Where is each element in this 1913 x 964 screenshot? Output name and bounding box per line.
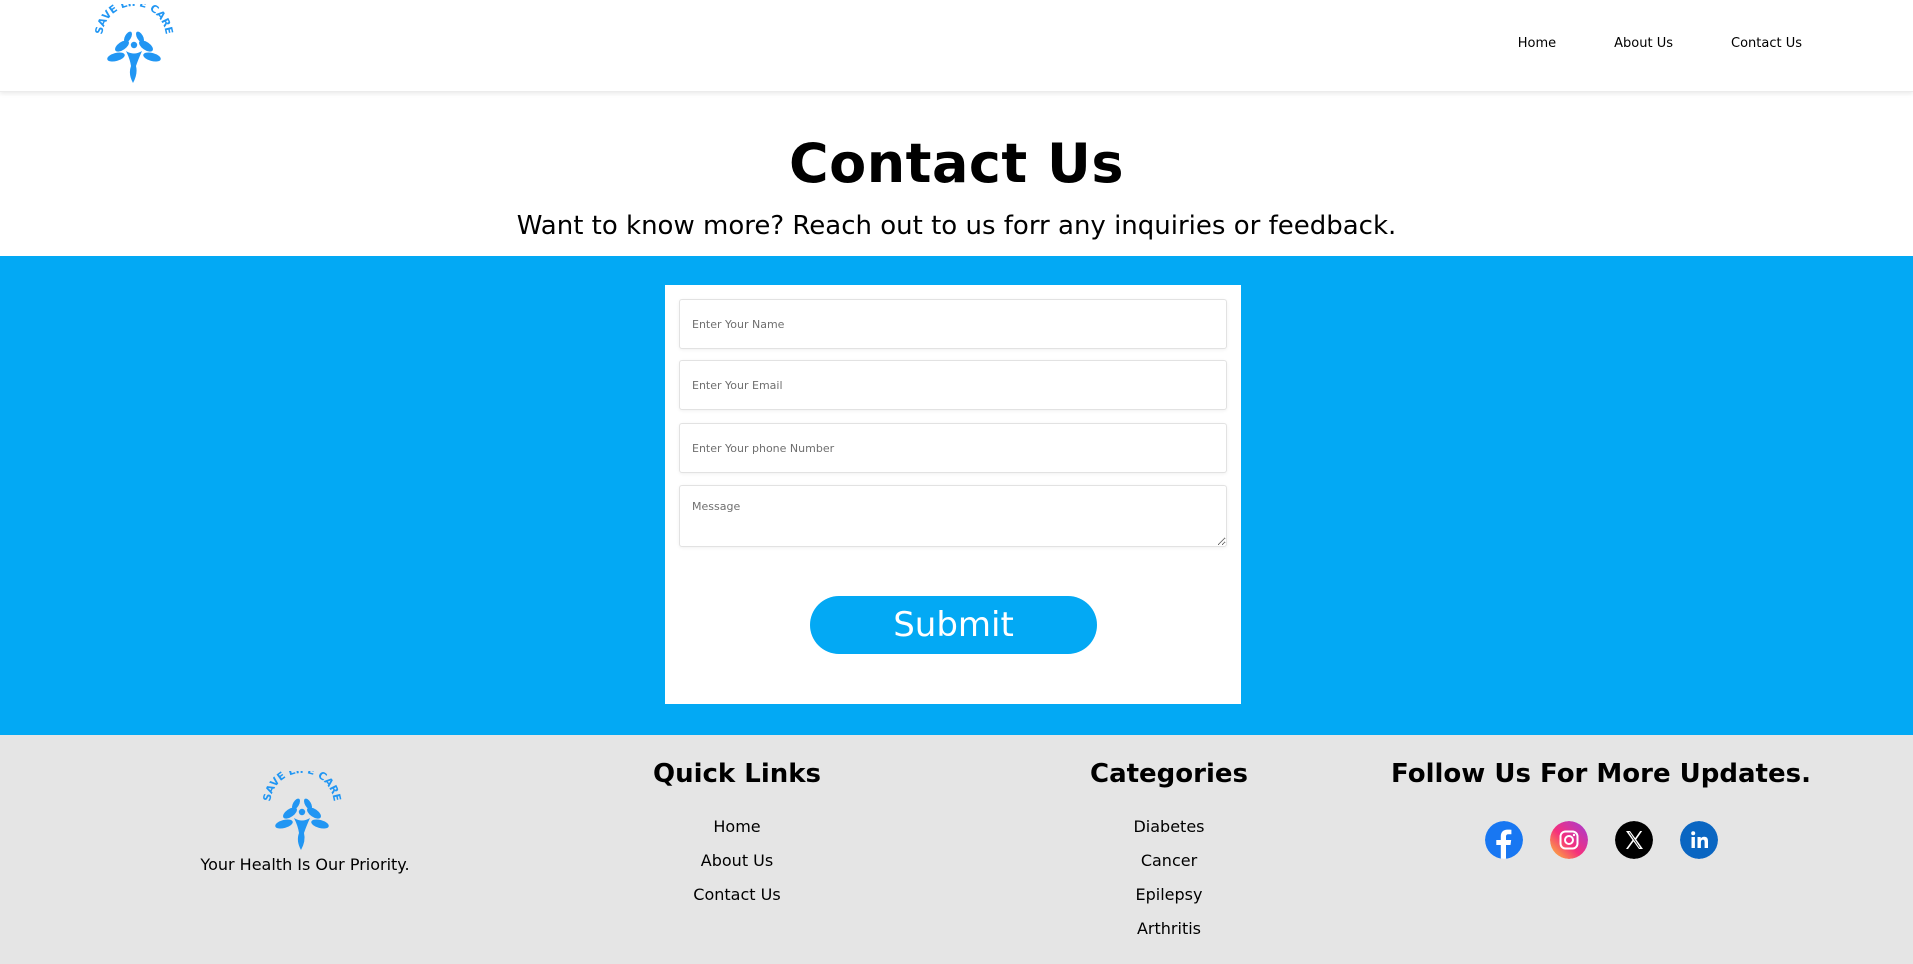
name-input[interactable] (679, 299, 1227, 349)
contact-hero: Contact Us Want to know more? Reach out … (0, 92, 1913, 256)
social-heading: Follow Us For More Updates. (1391, 759, 1811, 789)
contact-form: Submit (665, 285, 1241, 704)
save-life-care-logo[interactable]: SAVE LIFE CARE (260, 771, 344, 851)
main-nav: Home About Us Contact Us (1518, 36, 1802, 51)
quick-links-list: Home About Us Contact Us (587, 817, 887, 919)
page-title: Contact Us (788, 132, 1125, 195)
top-navbar: SAVE LIFE CARE Home About Us Contact Us (0, 0, 1913, 92)
svg-text:SAVE LIFE CARE: SAVE LIFE CARE (261, 771, 343, 802)
nav-contact-us-link[interactable]: Contact Us (1731, 36, 1802, 51)
footer-link-home[interactable]: Home (587, 817, 887, 851)
svg-text:SAVE LIFE CARE: SAVE LIFE CARE (93, 4, 175, 35)
message-textarea[interactable] (679, 485, 1227, 547)
phone-input[interactable] (679, 423, 1227, 473)
category-link-arthritis[interactable]: Arthritis (1019, 919, 1319, 953)
nav-about-us-link[interactable]: About Us (1614, 36, 1673, 51)
social-icons (1485, 821, 1718, 859)
footer-tagline: Your Health Is Our Priority. (200, 855, 410, 874)
instagram-icon[interactable] (1550, 821, 1588, 859)
quick-links-heading: Quick Links (652, 759, 822, 789)
email-input[interactable] (679, 360, 1227, 410)
category-link-cancer[interactable]: Cancer (1019, 851, 1319, 885)
submit-button[interactable]: Submit (810, 596, 1097, 654)
categories-heading: Categories (1089, 759, 1248, 789)
linkedin-icon[interactable] (1680, 821, 1718, 859)
footer-link-about-us[interactable]: About Us (587, 851, 887, 885)
category-link-epilepsy[interactable]: Epilepsy (1019, 885, 1319, 919)
facebook-icon[interactable] (1485, 821, 1523, 859)
page-subtitle: Want to know more? Reach out to us forr … (516, 211, 1397, 241)
contact-form-section: Submit (0, 256, 1913, 735)
categories-list: Diabetes Cancer Epilepsy Arthritis (1019, 817, 1319, 953)
category-link-diabetes[interactable]: Diabetes (1019, 817, 1319, 851)
x-twitter-icon[interactable] (1615, 821, 1653, 859)
footer-link-contact-us[interactable]: Contact Us (587, 885, 887, 919)
site-footer: SAVE LIFE CARE Your Health Is Our Priori… (0, 735, 1913, 964)
nav-home-link[interactable]: Home (1518, 36, 1556, 51)
save-life-care-logo[interactable]: SAVE LIFE CARE (92, 4, 176, 84)
